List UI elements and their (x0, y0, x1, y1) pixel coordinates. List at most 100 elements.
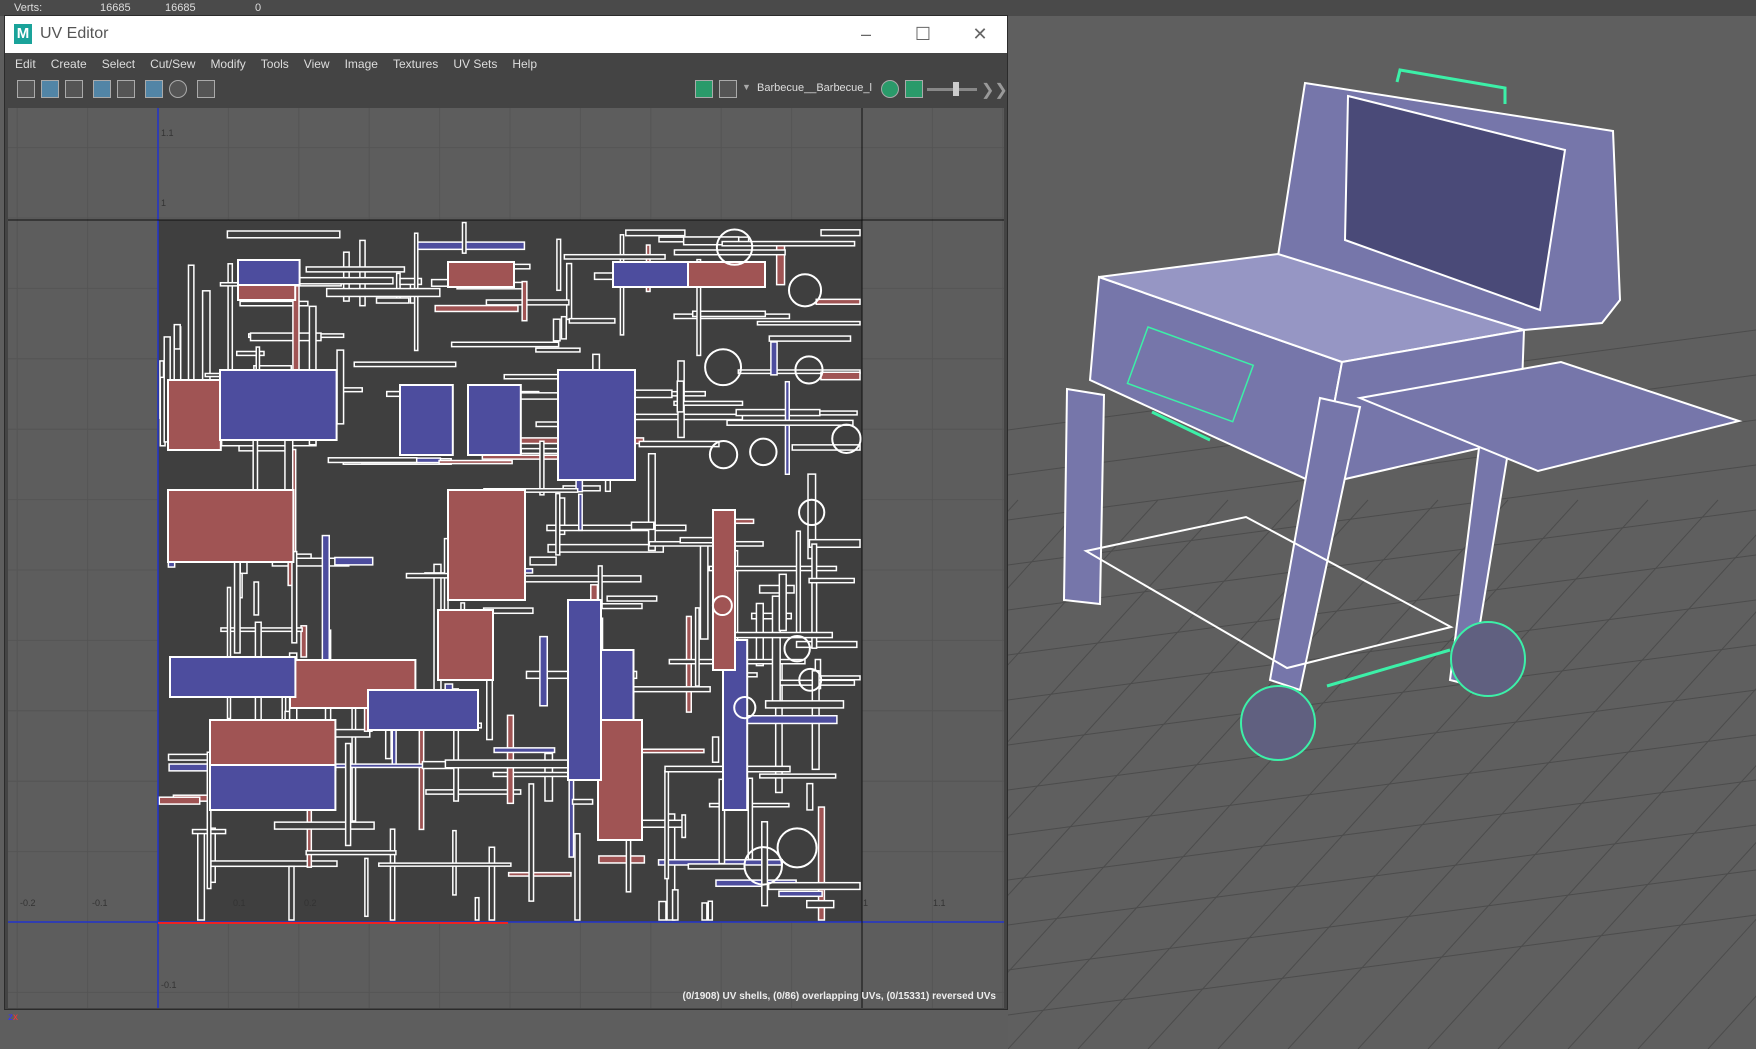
uv-canvas[interactable]: -0.2 -0.1 0.1 0.2 1 1.1 1.1 1 -0.1 (0/19… (8, 108, 1004, 1008)
uv-shell (735, 408, 821, 417)
menu-image[interactable]: Image (345, 57, 378, 71)
uv-shell (493, 747, 556, 754)
hud-poly-count: Verts: 16685 16685 0 (0, 0, 1756, 16)
uv-shell (196, 830, 206, 921)
uv-shell (485, 299, 570, 306)
uv-shell (681, 814, 687, 839)
close-button[interactable]: ✕ (957, 20, 1003, 48)
texture-selector[interactable]: Barbecue__Barbecue_l (757, 82, 872, 94)
uv-shell (167, 379, 222, 451)
snapshot-icon[interactable] (197, 80, 215, 98)
uv-shell (169, 656, 297, 698)
uv-shell (647, 452, 656, 552)
shaded-uv-icon[interactable] (41, 80, 59, 98)
dropdown-arrow-icon[interactable]: ▼ (742, 82, 751, 92)
uv-shell (747, 777, 754, 861)
grid-icon[interactable] (145, 80, 163, 98)
uv-shell (612, 261, 694, 288)
uv-shell (687, 261, 766, 288)
pixel-snap-icon[interactable] (169, 80, 187, 98)
uv-view-icon[interactable] (17, 80, 35, 98)
uv-shell (658, 900, 667, 921)
uv-shell (555, 492, 561, 556)
uv-shell (305, 850, 397, 856)
checker-map-icon[interactable] (719, 80, 737, 98)
menu-cut-sew[interactable]: Cut/Sew (150, 57, 195, 71)
menu-modify[interactable]: Modify (210, 57, 245, 71)
uv-shell (673, 249, 786, 256)
uv-shell (547, 543, 665, 553)
uv-shell (209, 719, 337, 771)
title-bar[interactable]: M UV Editor – ☐ ✕ (5, 16, 1007, 53)
uv-editor-window: M UV Editor – ☐ ✕ Edit Create Select Cut… (4, 15, 1008, 1010)
floor-grid-line (1707, 995, 1756, 1049)
uv-shell (557, 369, 636, 481)
exposure-slider[interactable] (927, 82, 977, 96)
uv-shell (344, 742, 352, 847)
uv-shell (167, 489, 295, 563)
floor-grid-line (1008, 509, 1756, 611)
menu-view[interactable]: View (304, 57, 330, 71)
menu-help[interactable]: Help (512, 57, 537, 71)
uv-shell (758, 584, 795, 594)
leg (1062, 387, 1106, 606)
menu-textures[interactable]: Textures (393, 57, 438, 71)
uv-shell (567, 599, 602, 781)
uv-shell (416, 241, 526, 251)
uv-shell (795, 530, 802, 636)
alpha-icon[interactable] (905, 80, 923, 98)
uv-shell (529, 556, 557, 566)
rgb-channel-icon[interactable] (881, 80, 899, 98)
uv-shell (687, 863, 746, 870)
uv-shell (711, 736, 720, 763)
uv-shell (571, 798, 594, 805)
floor-grid-line (1008, 779, 1756, 881)
floor-grid-line (1567, 841, 1756, 1049)
uv-shell (756, 320, 861, 326)
uv-shell (444, 759, 578, 769)
menu-uv-sets[interactable]: UV Sets (453, 57, 497, 71)
uv-shell (535, 347, 581, 353)
menu-tools[interactable]: Tools (261, 57, 289, 71)
minimize-button[interactable]: – (843, 20, 889, 48)
uv-shell (173, 323, 181, 350)
maximize-button[interactable]: ☐ (900, 20, 946, 48)
uv-shell (795, 640, 858, 649)
uv-shell (820, 229, 861, 237)
uv-shell (707, 900, 714, 921)
uv-shell (565, 262, 573, 321)
uv-shell (574, 832, 581, 921)
v-tick: 1 (161, 198, 167, 208)
uv-shell (226, 230, 341, 239)
uv-shell (539, 440, 545, 496)
uv-shell (384, 727, 392, 760)
uv-shell (450, 341, 560, 348)
uv-shell (237, 259, 301, 286)
menu-create[interactable]: Create (51, 57, 87, 71)
hud-label: Verts: (14, 2, 43, 14)
uv-shell (467, 384, 522, 456)
distortion-icon[interactable] (65, 80, 83, 98)
menu-select[interactable]: Select (102, 57, 135, 71)
uv-shell (209, 764, 337, 811)
uv-shell (321, 534, 330, 667)
image-display-icon[interactable] (695, 80, 713, 98)
uv-shell (597, 719, 643, 841)
expand-toolbar-icon[interactable]: ❯❯ (981, 80, 1008, 100)
uv-shell (288, 865, 295, 921)
uv-shell (425, 789, 522, 795)
uv-shell (438, 459, 513, 465)
uv-status-text: (0/1908) UV shells, (0/86) overlapping U… (682, 991, 996, 1002)
uv-shell (806, 899, 835, 909)
uv-shell (437, 609, 494, 681)
uv-shell (770, 341, 778, 376)
uv-shell (521, 280, 528, 322)
texture-borders-icon[interactable] (93, 80, 111, 98)
uv-shell (712, 509, 736, 671)
3d-viewport[interactable]: persp (1008, 16, 1756, 1049)
checker-icon[interactable] (117, 80, 135, 98)
uv-shell (815, 298, 861, 305)
window-title: UV Editor (40, 25, 109, 42)
uv-shell (778, 890, 823, 898)
menu-edit[interactable]: Edit (15, 57, 36, 71)
